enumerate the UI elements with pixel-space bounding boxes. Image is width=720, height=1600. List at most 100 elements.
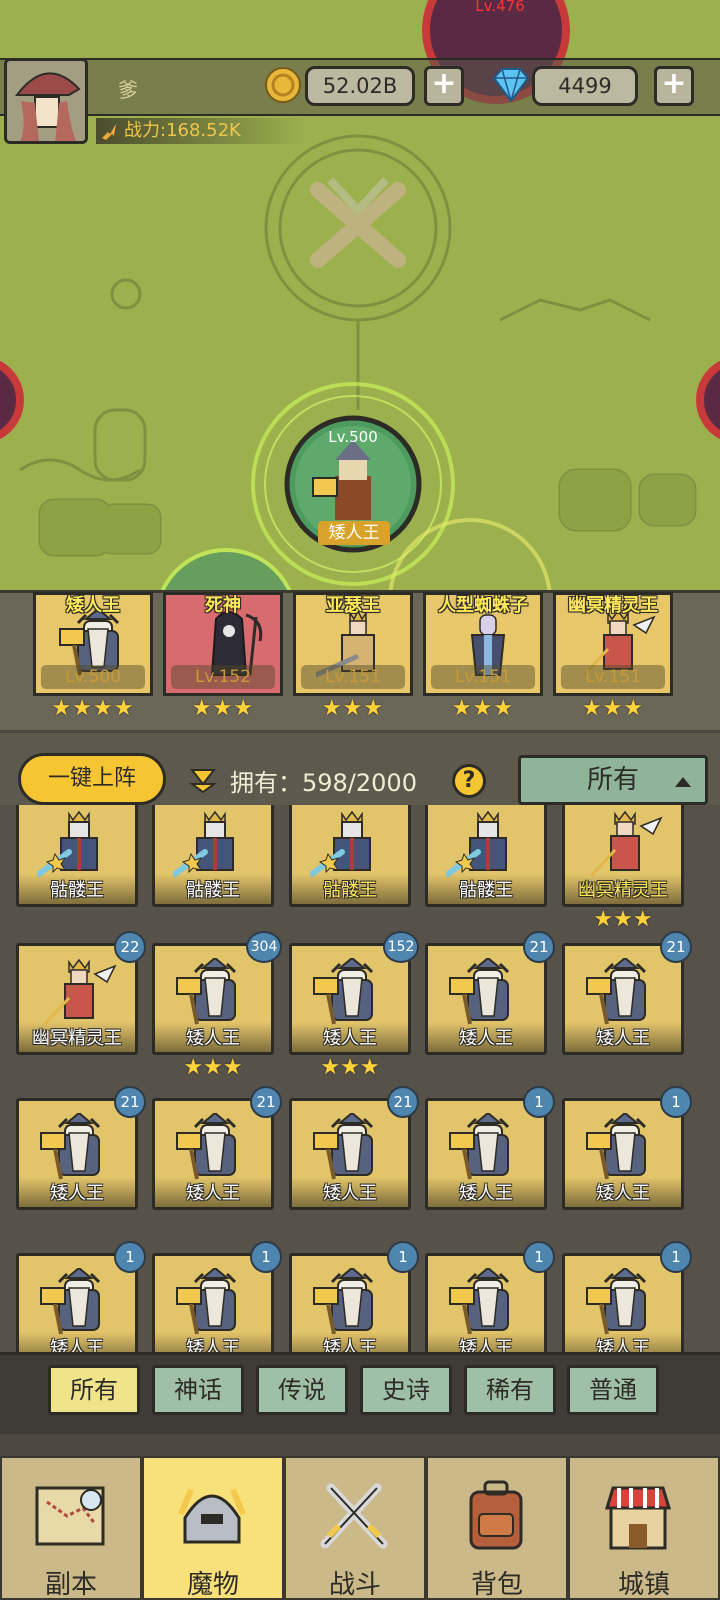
nav-tab-label: 城镇 xyxy=(617,1570,670,1600)
monster-card[interactable]: 骷髅王 xyxy=(425,805,547,907)
team-slot[interactable]: 亚瑟王 Lv.151 ★★★ xyxy=(293,592,413,720)
monster-card[interactable]: 骷髅王 xyxy=(289,805,411,907)
nav-tab-label: 背包 xyxy=(470,1570,523,1600)
count-badge: 1 xyxy=(523,1086,555,1118)
team-slot-stars: ★★★ xyxy=(581,696,645,721)
monster-name: 矮人王 xyxy=(323,1028,377,1049)
monster-portrait xyxy=(173,810,234,877)
monster-portrait xyxy=(449,1268,510,1335)
nav-tab-label: 副本 xyxy=(44,1570,97,1600)
team-slot-stars: ★★★ xyxy=(451,696,515,721)
town-shop-icon xyxy=(604,1486,672,1550)
team-slot-level: Lv.500 xyxy=(41,665,145,689)
monster-name: 矮人王 xyxy=(596,1028,650,1049)
team-slot[interactable]: 矮人王 Lv.500 ★★★★ xyxy=(33,592,153,720)
monster-name: 矮人王 xyxy=(186,1028,240,1049)
monster-card[interactable]: 骷髅王 xyxy=(152,805,274,907)
monster-portrait xyxy=(40,1113,101,1180)
monster-name: 矮人王 xyxy=(323,1183,377,1204)
team-slot-stars: ★★★ xyxy=(191,696,255,721)
diamond-icon xyxy=(492,68,530,103)
nav-tab[interactable]: 副本 xyxy=(0,1456,142,1600)
nav-tab-label: 魔物 xyxy=(186,1570,239,1600)
monster-name: 骷髅王 xyxy=(186,880,240,901)
rarity-tab[interactable]: 所有 xyxy=(48,1365,140,1415)
team-slot[interactable]: 人型蜘蛛子 Lv.151 ★★★ xyxy=(423,592,543,720)
count-badge: 21 xyxy=(660,931,692,963)
count-badge: 1 xyxy=(523,1241,555,1273)
world-map: Lv.500 矮人王 Lv.476 爹 战力:168.52K 52.02B + … xyxy=(0,0,720,610)
power-icon xyxy=(102,124,116,140)
count-badge: 21 xyxy=(114,1086,146,1118)
count-badge: 1 xyxy=(660,1241,692,1273)
help-icon[interactable]: ? xyxy=(452,764,486,798)
monster-portrait xyxy=(313,1268,374,1335)
add-gold-button[interactable]: + xyxy=(424,66,464,106)
monster-name: 幽冥精灵王 xyxy=(32,1028,122,1049)
monster-name: 矮人王 xyxy=(50,1183,104,1204)
count-badge: 1 xyxy=(250,1241,282,1273)
team-slot-level: Lv.152 xyxy=(171,665,275,689)
gem-amount: 4499 xyxy=(532,66,638,106)
monster-portrait xyxy=(310,810,371,877)
team-slot-name: 死神 xyxy=(205,595,241,616)
team-slot-level: Lv.151 xyxy=(561,665,665,689)
count-badge: 152 xyxy=(383,931,419,963)
team-slot-level: Lv.151 xyxy=(301,665,405,689)
monster-portrait xyxy=(449,1113,510,1180)
monster-portrait xyxy=(40,1268,101,1335)
nav-tab[interactable]: 背包 xyxy=(426,1456,568,1600)
monster-grid: 骷髅王 骷髅王 骷髅王 骷髅王 幽冥精灵王 ★★★ 幽冥精灵王 22 矮人王 304 ★★★ 矮人王 1… xyxy=(0,805,720,1385)
monster-name: 矮人王 xyxy=(459,1183,513,1204)
monster-helmet-icon xyxy=(178,1488,246,1544)
count-badge: 1 xyxy=(660,1086,692,1118)
caret-up-icon xyxy=(675,777,691,787)
monster-name: 矮人王 xyxy=(186,1183,240,1204)
combat-power-value: 战力:168.52K xyxy=(124,120,241,141)
rarity-tab[interactable]: 史诗 xyxy=(360,1365,452,1415)
monster-name: 骷髅王 xyxy=(50,880,104,901)
team-slot[interactable]: 幽冥精灵王 Lv.151 ★★★ xyxy=(553,592,673,720)
team-slot-stars: ★★★★ xyxy=(51,696,135,721)
count-badge: 21 xyxy=(387,1086,419,1118)
rarity-tab[interactable]: 传说 xyxy=(256,1365,348,1415)
count-badge: 21 xyxy=(523,931,555,963)
avatar-portrait-icon xyxy=(7,61,85,141)
monster-card[interactable]: 幽冥精灵王 xyxy=(562,805,684,907)
backpack-icon xyxy=(469,1480,523,1550)
boss-name-label: 矮人王 xyxy=(318,521,390,545)
rarity-tab[interactable]: 稀有 xyxy=(464,1365,556,1415)
nav-tab-label: 战斗 xyxy=(328,1570,381,1600)
monster-portrait xyxy=(176,1113,237,1180)
monster-stars: ★★★ xyxy=(320,1055,380,1080)
combat-power: 战力:168.52K xyxy=(96,118,306,144)
team-slot-name: 亚瑟王 xyxy=(326,595,380,616)
team-slot-stars: ★★★ xyxy=(321,696,385,721)
monster-portrait xyxy=(449,958,510,1025)
monster-portrait xyxy=(37,810,98,877)
count-badge: 22 xyxy=(114,931,146,963)
nav-tab[interactable]: 魔物 xyxy=(142,1456,284,1600)
nav-tab[interactable]: 战斗 xyxy=(284,1456,426,1600)
auto-deploy-button[interactable]: 一键上阵 xyxy=(18,753,166,805)
count-badge: 304 xyxy=(246,931,282,963)
team-slot-name: 矮人王 xyxy=(66,595,120,616)
enemy-level: Lv.476 xyxy=(475,0,525,15)
count-badge: 1 xyxy=(114,1241,146,1273)
monster-portrait xyxy=(586,958,647,1025)
gold-coin-icon xyxy=(265,67,301,103)
player-name: 爹 xyxy=(118,78,138,102)
rarity-tab[interactable]: 神话 xyxy=(152,1365,244,1415)
nav-tab[interactable]: 城镇 xyxy=(568,1456,720,1600)
monster-stars: ★★★ xyxy=(183,1055,243,1080)
monster-portrait xyxy=(589,810,663,878)
filter-dropdown[interactable]: 所有 xyxy=(518,755,708,805)
avatar[interactable] xyxy=(4,58,88,144)
team-slot-level: Lv.151 xyxy=(431,665,535,689)
add-gems-button[interactable]: + xyxy=(654,66,694,106)
filter-dropdown-value: 所有 xyxy=(586,765,639,795)
monster-card[interactable]: 骷髅王 xyxy=(16,805,138,907)
team-slot[interactable]: 死神 Lv.152 ★★★ xyxy=(163,592,283,720)
rarity-tab[interactable]: 普通 xyxy=(567,1365,659,1415)
monster-portrait xyxy=(446,810,507,877)
